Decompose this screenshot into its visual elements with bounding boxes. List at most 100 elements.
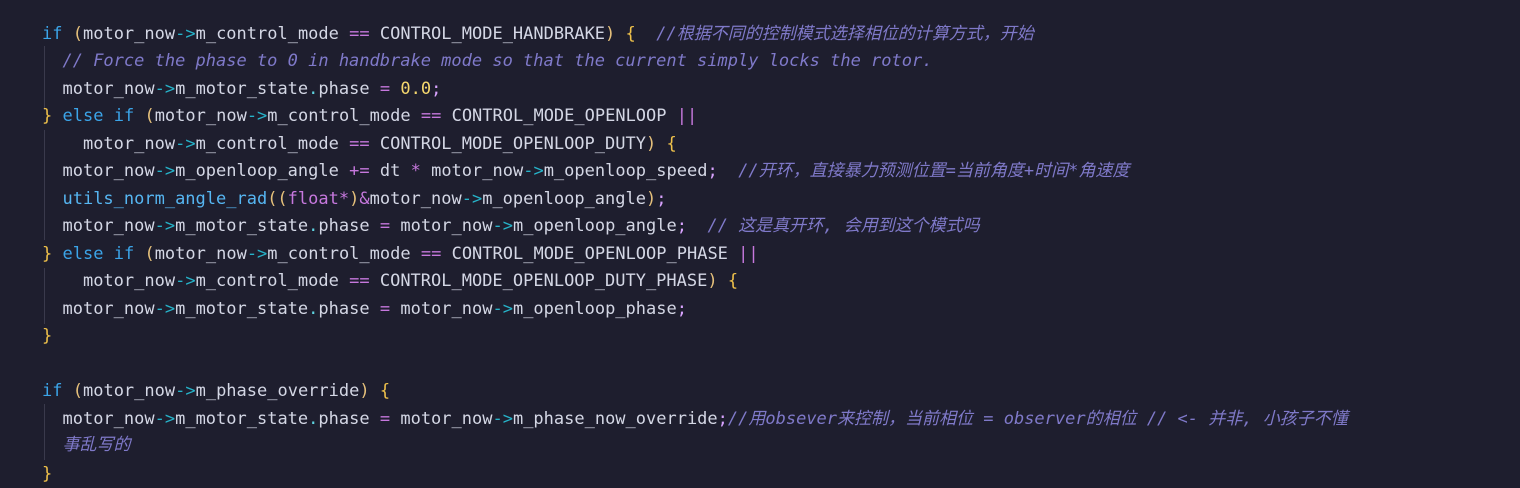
arrow-operator: -> (246, 244, 268, 264)
keyword-if: if (113, 244, 135, 264)
identifier: m_control_mode (195, 24, 339, 44)
arrow-operator: -> (154, 409, 176, 429)
identifier: m_control_mode (195, 271, 339, 291)
semicolon: ; (717, 409, 728, 429)
identifier: m_openloop_phase (512, 299, 677, 319)
code-line-4[interactable]: } else if (motor_now->m_control_mode == … (42, 103, 697, 130)
code-line-14[interactable]: if (motor_now->m_phase_override) { (42, 378, 390, 405)
paren: ) (349, 189, 360, 209)
brace: { (727, 271, 739, 291)
arrow-operator: -> (246, 106, 268, 126)
comment: // Force the phase to 0 in handbrake mod… (62, 51, 933, 71)
semicolon: ; (676, 299, 687, 319)
identifier: motor_now (431, 161, 524, 181)
identifier: m_motor_state (175, 299, 309, 319)
operator: || (676, 106, 698, 126)
operator: = (379, 409, 391, 429)
code-line-9[interactable]: } else if (motor_now->m_control_mode == … (42, 241, 759, 268)
identifier: m_openloop_angle (512, 216, 677, 236)
identifier: phase (318, 216, 370, 236)
semicolon: ; (676, 216, 687, 236)
arrow-operator: -> (492, 216, 513, 236)
dot-operator: . (308, 216, 319, 236)
arrow-operator: -> (154, 161, 176, 181)
identifier: motor_now (154, 244, 247, 264)
identifier: motor_now (62, 409, 155, 429)
operator: * (410, 161, 421, 181)
arrow-operator: -> (154, 79, 176, 99)
code-line-7[interactable]: utils_norm_angle_rad((float*)&motor_now-… (42, 186, 666, 213)
identifier: dt (379, 161, 401, 181)
arrow-operator: -> (154, 299, 176, 319)
identifier: motor_now (82, 271, 176, 291)
identifier: m_control_mode (267, 106, 411, 126)
paren: ) (645, 134, 657, 154)
keyword-if: if (113, 106, 135, 126)
code-line-15[interactable]: motor_now->m_motor_state.phase = motor_n… (42, 406, 1347, 433)
code-line-3[interactable]: motor_now->m_motor_state.phase = 0.0; (42, 76, 441, 103)
identifier: motor_now (154, 106, 247, 126)
code-line-2[interactable]: // Force the phase to 0 in handbrake mod… (42, 48, 932, 75)
code-line-16[interactable]: } (42, 461, 52, 488)
paren: ) (359, 381, 370, 401)
function-name: utils_norm_angle_rad (62, 189, 268, 209)
identifier: motor_now (369, 189, 462, 209)
identifier: motor_now (400, 299, 493, 319)
paren: ( (72, 381, 83, 401)
identifier: m_openloop_angle (175, 161, 339, 181)
operator: == (349, 271, 370, 291)
identifier: m_phase_override (195, 381, 360, 401)
brace: { (666, 134, 677, 154)
brace: { (625, 24, 636, 44)
operator: || (738, 244, 759, 264)
paren: (( (267, 189, 288, 209)
code-line-1[interactable]: if (motor_now->m_control_mode == CONTROL… (42, 21, 1034, 48)
comment: //开环，直接暴力预测位置=当前角度+时间*角速度 (738, 161, 1130, 181)
arrow-operator: -> (523, 161, 544, 181)
arrow-operator: -> (175, 134, 196, 154)
identifier: motor_now (82, 134, 176, 154)
identifier: m_phase_now_override (512, 409, 718, 429)
comment: // 这是真开环, 会用到这个模式吗 (707, 216, 980, 236)
identifier: motor_now (400, 216, 493, 236)
code-line-15-wrap[interactable]: 事乱写的 (42, 432, 130, 459)
comment: 事乱写的 (62, 435, 131, 455)
paren: ( (144, 244, 155, 264)
identifier: CONTROL_MODE_OPENLOOP (451, 106, 667, 126)
code-line-11[interactable]: motor_now->m_motor_state.phase = motor_n… (42, 296, 687, 323)
identifier: motor_now (82, 24, 176, 44)
operator: = (379, 216, 391, 236)
brace: } (42, 106, 53, 126)
dot-operator: . (308, 79, 319, 99)
keyword-else: else (62, 244, 104, 264)
identifier: m_control_mode (195, 134, 339, 154)
brace: { (379, 381, 391, 401)
code-line-8[interactable]: motor_now->m_motor_state.phase = motor_n… (42, 213, 980, 240)
type-cast: float* (287, 189, 350, 209)
comment: //根据不同的控制模式选择相位的计算方式，开始 (656, 24, 1034, 44)
arrow-operator: -> (492, 299, 513, 319)
keyword-if: if (42, 381, 63, 401)
code-line-10[interactable]: motor_now->m_control_mode == CONTROL_MOD… (42, 268, 738, 295)
brace: } (42, 244, 53, 264)
identifier: motor_now (62, 216, 155, 236)
code-line-12[interactable]: } (42, 323, 52, 350)
code-editor[interactable]: if (motor_now->m_control_mode == CONTROL… (0, 0, 1520, 488)
identifier: motor_now (62, 299, 155, 319)
identifier: CONTROL_MODE_HANDBRAKE (379, 24, 606, 44)
identifier: m_motor_state (175, 79, 309, 99)
semicolon: ; (656, 189, 667, 209)
code-line-6[interactable]: motor_now->m_openloop_angle += dt * moto… (42, 158, 1129, 185)
arrow-operator: -> (175, 271, 196, 291)
operator: = (379, 299, 391, 319)
identifier: phase (318, 299, 370, 319)
operator: == (420, 106, 442, 126)
code-line-5[interactable]: motor_now->m_control_mode == CONTROL_MOD… (42, 131, 677, 158)
operator: += (349, 161, 370, 181)
arrow-operator: -> (175, 24, 196, 44)
identifier: m_openloop_speed (543, 161, 708, 181)
identifier: motor_now (400, 409, 493, 429)
identifier: CONTROL_MODE_OPENLOOP_DUTY (379, 134, 646, 154)
arrow-operator: -> (461, 189, 483, 209)
keyword-if: if (42, 24, 63, 44)
